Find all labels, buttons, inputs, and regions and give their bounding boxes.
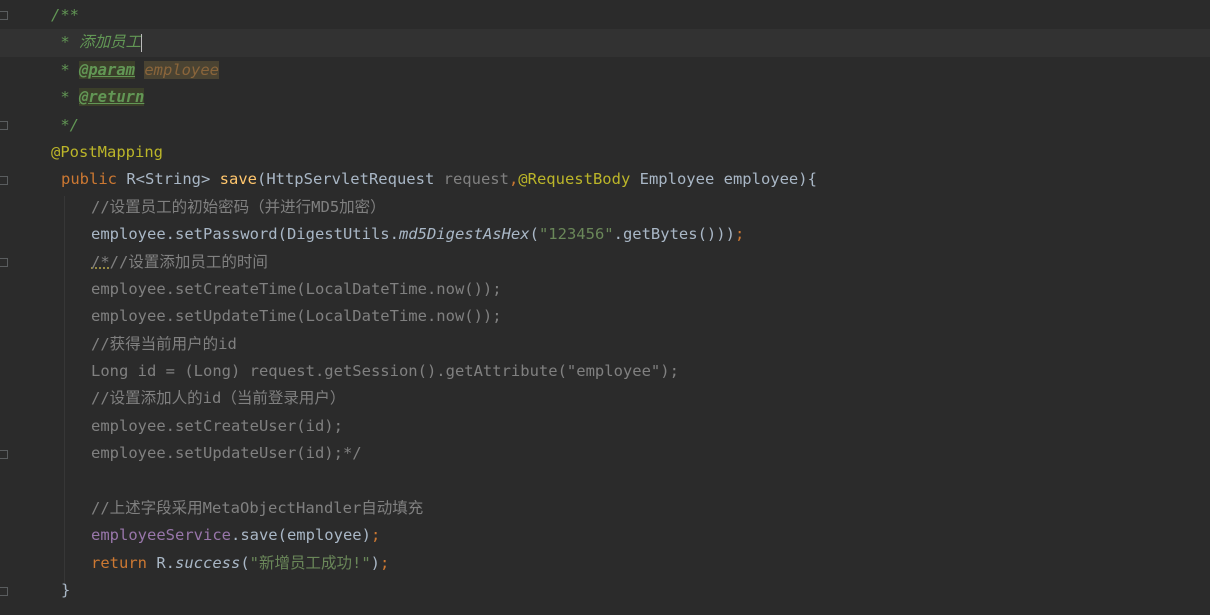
code-token: //设置添加人的id（当前登录用户） xyxy=(91,389,346,408)
code-line[interactable]: employee.setUpdateUser(id);*/ xyxy=(0,440,1210,467)
code-token: Long id = (Long) request.getSession().ge… xyxy=(91,362,679,381)
code-text: */ xyxy=(51,112,79,139)
code-line[interactable]: * @param employee xyxy=(0,57,1210,84)
code-line[interactable]: * 添加员工 xyxy=(0,29,1210,57)
code-token: employee.setCreateUser(id); xyxy=(91,416,343,435)
code-token: } xyxy=(61,581,71,600)
code-token: employee.setUpdateTime(LocalDateTime.now… xyxy=(91,307,502,326)
code-text: public R<String> save(HttpServletRequest… xyxy=(61,166,817,193)
code-line[interactable]: Long id = (Long) request.getSession().ge… xyxy=(0,358,1210,385)
code-text: employeeService.save(employee); xyxy=(91,522,380,549)
code-text: } xyxy=(61,577,70,604)
code-line[interactable]: * @return xyxy=(0,84,1210,111)
code-text: employee.setCreateUser(id); xyxy=(91,413,343,440)
code-token: //上述字段采用MetaObjectHandler自动填充 xyxy=(91,499,424,518)
code-line[interactable]: employee.setCreateUser(id); xyxy=(0,413,1210,440)
code-line[interactable]: */ xyxy=(0,112,1210,139)
code-token: success xyxy=(175,553,241,572)
code-token: "123456" xyxy=(538,225,614,244)
code-token: public xyxy=(61,170,127,189)
code-text: employee.setPassword(DigestUtils.md5Dige… xyxy=(91,221,744,248)
code-token: ; xyxy=(734,225,745,244)
code-line[interactable]: /*//设置添加员工的时间 xyxy=(0,249,1210,276)
code-text: //上述字段采用MetaObjectHandler自动填充 xyxy=(91,495,423,522)
code-token: @RequestBody xyxy=(518,170,640,189)
code-line[interactable]: employeeService.save(employee); xyxy=(0,522,1210,549)
code-token: @param xyxy=(79,60,135,79)
code-line[interactable]: @PostMapping xyxy=(0,139,1210,166)
code-text: * @return xyxy=(51,84,145,111)
code-token: //设置员工的初始密码（并进行MD5加密） xyxy=(91,197,386,216)
code-line[interactable]: } xyxy=(0,577,1210,604)
code-line[interactable]: //设置添加人的id（当前登录用户） xyxy=(0,385,1210,412)
code-text: /*//设置添加员工的时间 xyxy=(91,249,268,276)
code-token: //设置添加员工的时间 xyxy=(109,252,268,271)
code-editor[interactable]: /** * 添加员工 * @param employee * @return *… xyxy=(0,0,1210,615)
code-token: ) xyxy=(370,553,381,572)
code-token: "新增员工成功!" xyxy=(249,553,371,572)
code-line[interactable]: //设置员工的初始密码（并进行MD5加密） xyxy=(0,194,1210,221)
code-token: */ xyxy=(51,115,79,134)
code-token: /** xyxy=(51,6,79,24)
code-text: return R.success("新增员工成功!"); xyxy=(91,550,389,577)
code-text: * 添加员工 xyxy=(51,29,143,56)
code-text: @PostMapping xyxy=(51,139,163,166)
code-text: employee.setUpdateTime(LocalDateTime.now… xyxy=(91,303,502,330)
code-token: R<String> xyxy=(126,170,220,189)
code-text: Long id = (Long) request.getSession().ge… xyxy=(91,358,679,385)
code-token: .save(employee) xyxy=(230,526,371,545)
code-text: employee.setUpdateUser(id);*/ xyxy=(91,440,362,467)
code-line[interactable]: //上述字段采用MetaObjectHandler自动填充 xyxy=(0,495,1210,522)
code-line[interactable] xyxy=(0,468,1210,495)
code-token: //获得当前用户的id xyxy=(91,334,237,353)
code-token: .getBytes())) xyxy=(613,225,735,244)
code-token: /* xyxy=(91,252,110,271)
code-line[interactable]: public R<String> save(HttpServletRequest… xyxy=(0,166,1210,193)
code-token: (HttpServletRequest xyxy=(256,170,444,189)
code-line[interactable]: return R.success("新增员工成功!"); xyxy=(0,550,1210,577)
code-token: employeeService xyxy=(91,526,231,545)
code-token: R. xyxy=(156,553,175,572)
code-token: employee.setCreateTime(LocalDateTime.now… xyxy=(91,279,502,298)
code-line[interactable]: employee.setCreateTime(LocalDateTime.now… xyxy=(0,276,1210,303)
code-token: md5DigestAsHex xyxy=(398,225,530,244)
code-lines[interactable]: /** * 添加员工 * @param employee * @return *… xyxy=(0,2,1210,605)
code-token: @return xyxy=(79,88,145,107)
code-token: @PostMapping xyxy=(51,142,163,161)
code-text: //获得当前用户的id xyxy=(91,331,237,358)
code-text: //设置员工的初始密码（并进行MD5加密） xyxy=(91,194,386,221)
code-token: ; xyxy=(370,526,381,545)
code-line[interactable]: //获得当前用户的id xyxy=(0,331,1210,358)
code-token: return xyxy=(91,553,157,572)
text-caret xyxy=(141,33,143,52)
code-token: ( xyxy=(529,225,539,244)
code-token: employee xyxy=(144,60,219,79)
code-token: employee.setPassword(DigestUtils. xyxy=(91,225,399,244)
code-token: , xyxy=(508,170,519,189)
code-token: request xyxy=(443,170,509,189)
code-token: employee.setUpdateUser(id);*/ xyxy=(91,444,362,463)
code-line[interactable]: employee.setPassword(DigestUtils.md5Dige… xyxy=(0,221,1210,248)
code-token: ( xyxy=(240,553,250,572)
code-token: * xyxy=(51,33,79,52)
code-line[interactable]: /** xyxy=(0,2,1210,29)
code-token: * xyxy=(51,88,79,107)
code-text: * @param employee xyxy=(51,57,219,84)
code-token: 添加员工 xyxy=(79,33,142,52)
code-text: //设置添加人的id（当前登录用户） xyxy=(91,385,345,412)
code-token: * xyxy=(51,60,79,79)
code-token: Employee employee){ xyxy=(639,170,817,189)
code-text: /** xyxy=(51,2,79,29)
code-line[interactable]: employee.setUpdateTime(LocalDateTime.now… xyxy=(0,303,1210,330)
code-text: employee.setCreateTime(LocalDateTime.now… xyxy=(91,276,502,303)
code-token: ; xyxy=(380,553,390,572)
code-token: save xyxy=(219,170,257,189)
